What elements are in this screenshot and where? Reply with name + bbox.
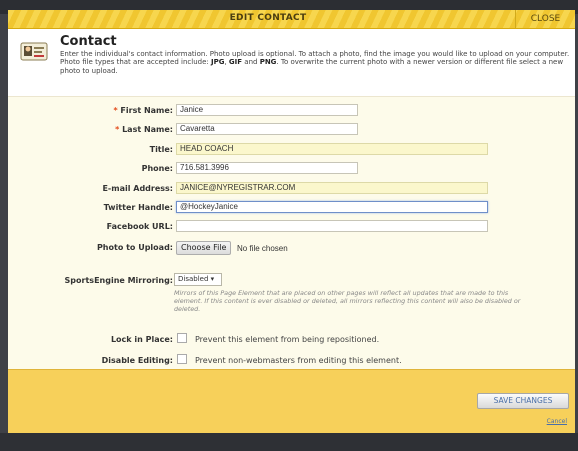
last-name-label: * Last Name:: [115, 125, 173, 134]
dialog-titlebar: EDIT CONTACT CLOSE: [8, 10, 575, 29]
contact-card-icon: [20, 42, 48, 61]
mirroring-select[interactable]: Disabled ▾: [174, 273, 222, 286]
email-label: E-mail Address:: [102, 184, 173, 193]
title-label: Title:: [149, 145, 173, 154]
contact-form: * First Name: Janice * Last Name: Cavare…: [8, 97, 575, 369]
last-name-field[interactable]: Cavaretta: [176, 123, 358, 135]
mirroring-label: SportsEngine Mirroring:: [64, 276, 173, 285]
dialog-title: EDIT CONTACT: [229, 13, 307, 23]
disable-editing-text: Prevent non-webmasters from editing this…: [195, 356, 402, 365]
dialog-footer: SAVE CHANGES Cancel: [8, 369, 575, 433]
phone-field[interactable]: 716.581.3996: [176, 162, 358, 174]
choose-file-button[interactable]: Choose File: [176, 241, 232, 255]
disable-editing-checkbox[interactable]: [177, 354, 187, 364]
chevron-down-icon: ▾: [210, 275, 215, 283]
title-field[interactable]: HEAD COACH: [176, 143, 488, 155]
mirroring-note: Mirrors of this Page Element that are pl…: [174, 289, 521, 313]
disable-editing-label: Disable Editing:: [101, 356, 173, 365]
email-field[interactable]: JANICE@NYREGISTRAR.COM: [176, 182, 488, 194]
file-status: No file chosen: [237, 244, 288, 253]
photo-label: Photo to Upload:: [96, 243, 173, 252]
edit-contact-dialog: EDIT CONTACT CLOSE Contact Enter the ind…: [8, 10, 575, 433]
section-title: Contact: [60, 34, 117, 49]
facebook-label: Facebook URL:: [106, 222, 173, 231]
background-bottom: [0, 433, 578, 451]
first-name-field[interactable]: Janice: [176, 104, 358, 116]
save-changes-button[interactable]: SAVE CHANGES: [477, 393, 569, 409]
dialog-header: Contact Enter the individual's contact i…: [8, 29, 575, 97]
required-mark: *: [113, 106, 118, 115]
required-mark: *: [115, 125, 120, 134]
lock-in-place-label: Lock in Place:: [110, 335, 173, 344]
first-name-label: * First Name:: [113, 106, 173, 115]
facebook-url-field[interactable]: [176, 220, 488, 232]
lock-in-place-checkbox[interactable]: [177, 333, 187, 343]
phone-label: Phone:: [141, 164, 173, 173]
twitter-field[interactable]: @HockeyJanice: [176, 201, 488, 213]
lock-in-place-text: Prevent this element from being repositi…: [195, 335, 380, 344]
cancel-link[interactable]: Cancel: [547, 418, 567, 425]
section-description: Enter the individual's contact informati…: [60, 50, 570, 75]
close-button[interactable]: CLOSE: [515, 10, 575, 28]
twitter-label: Twitter Handle:: [103, 203, 173, 212]
